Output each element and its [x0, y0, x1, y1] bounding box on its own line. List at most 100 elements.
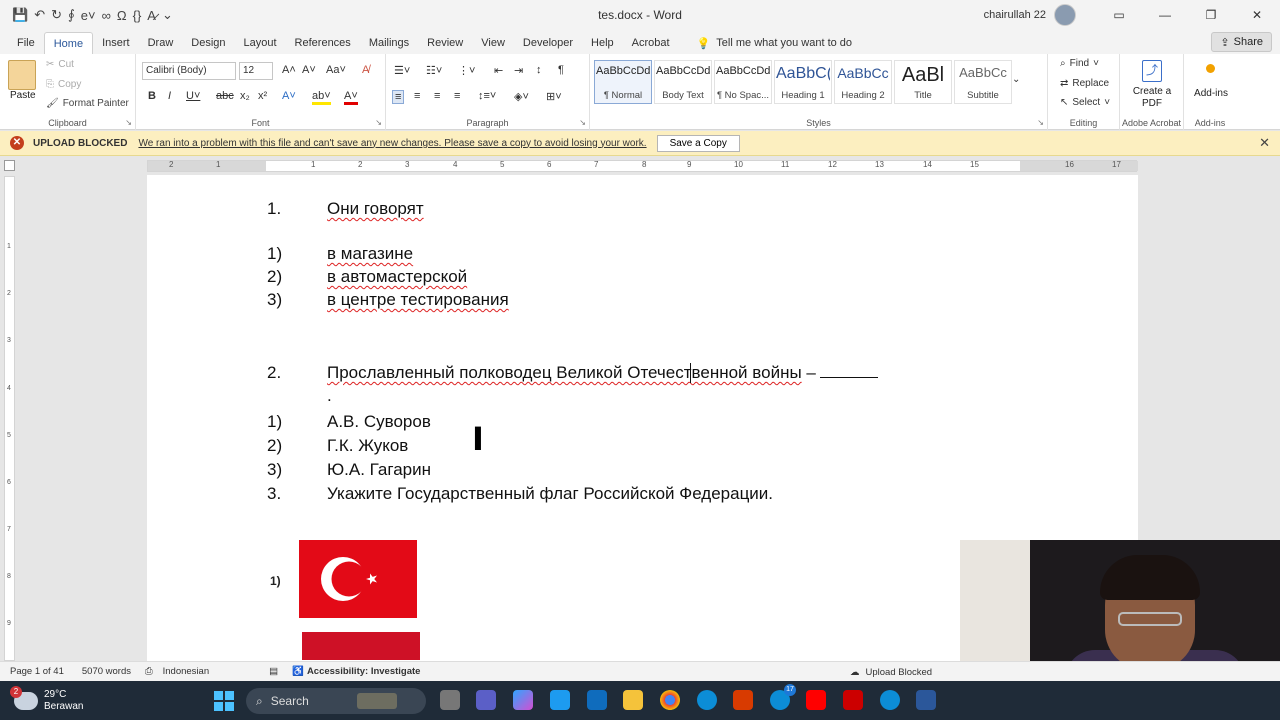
- cut-button[interactable]: ✂ Cut: [46, 59, 74, 70]
- format-painter-button[interactable]: 🖌 Format Painter: [46, 98, 129, 109]
- justify-icon[interactable]: ≡: [454, 90, 460, 102]
- ribbon-display-icon[interactable]: ▭: [1096, 0, 1142, 30]
- tab-view[interactable]: View: [472, 32, 514, 54]
- app-icon[interactable]: [733, 690, 753, 710]
- shrink-font-icon[interactable]: A˅: [302, 64, 316, 76]
- tab-selector-icon[interactable]: [4, 160, 15, 171]
- text-effects-icon[interactable]: A˅: [282, 90, 296, 102]
- accessibility-status[interactable]: Accessibility: Investigate: [307, 666, 421, 677]
- tab-home[interactable]: Home: [43, 32, 94, 54]
- sort-icon[interactable]: ↕: [536, 64, 542, 76]
- upload-status[interactable]: Upload Blocked: [866, 667, 933, 678]
- font-size-combo[interactable]: 12: [239, 62, 273, 80]
- subscript-icon[interactable]: x₂: [240, 90, 250, 102]
- style-body-text[interactable]: AaBbCcDd Body Text: [654, 60, 712, 104]
- avatar[interactable]: [1054, 4, 1076, 26]
- teams-icon[interactable]: [476, 690, 496, 710]
- tell-me-search[interactable]: 💡 Tell me what you want to do: [697, 32, 852, 54]
- copilot-icon[interactable]: [513, 690, 533, 710]
- word-count[interactable]: 5070 words: [82, 666, 131, 677]
- align-left-icon[interactable]: ≡: [392, 90, 405, 104]
- style-normal[interactable]: AaBbCcDd ¶ Normal: [594, 60, 652, 104]
- windows-start-icon[interactable]: [214, 691, 234, 711]
- align-right-icon[interactable]: ≡: [434, 90, 440, 102]
- youtube-icon[interactable]: [806, 690, 826, 710]
- line-spacing-icon[interactable]: ↕≡˅: [478, 90, 496, 102]
- edge-icon[interactable]: [697, 690, 717, 710]
- file-explorer-icon[interactable]: [623, 690, 643, 710]
- italic-icon[interactable]: I: [168, 90, 171, 102]
- format-icon[interactable]: ∮: [68, 7, 75, 23]
- chrome-icon[interactable]: [660, 690, 680, 710]
- grow-font-icon[interactable]: A˄: [282, 64, 296, 76]
- style-subtitle[interactable]: AaBbCc Subtitle: [954, 60, 1012, 104]
- paste-button[interactable]: Paste: [10, 90, 36, 101]
- addins-icon[interactable]: [1206, 64, 1215, 73]
- customize-qat-icon[interactable]: ⌄: [162, 7, 173, 23]
- close-icon[interactable]: ✕: [1259, 135, 1270, 151]
- weather-widget[interactable]: 2 29°C Berawan: [10, 685, 83, 713]
- focus-icon[interactable]: ▤: [269, 666, 278, 677]
- taskbar-search[interactable]: ⌕ Search: [246, 688, 426, 714]
- tab-developer[interactable]: Developer: [514, 32, 582, 54]
- clear-formatting-icon[interactable]: A̸: [362, 64, 369, 76]
- select-button[interactable]: ↖ Select ˅: [1060, 97, 1110, 108]
- multilevel-list-icon[interactable]: ⋮˅: [458, 64, 475, 77]
- page-count[interactable]: Page 1 of 41: [10, 666, 64, 677]
- tab-review[interactable]: Review: [418, 32, 472, 54]
- underline-icon[interactable]: U˅: [186, 90, 200, 102]
- tab-file[interactable]: File: [8, 32, 44, 54]
- paragraph-dialog-launcher-icon[interactable]: ↘: [579, 118, 586, 127]
- draw-icon[interactable]: A̷: [147, 8, 156, 23]
- bold-icon[interactable]: B: [148, 90, 156, 102]
- replace-button[interactable]: ⇄ Replace: [1060, 78, 1109, 89]
- bullets-icon[interactable]: ☰˅: [394, 64, 410, 77]
- message-text-link[interactable]: We ran into a problem with this file and…: [138, 138, 646, 149]
- font-name-combo[interactable]: Calibri (Body): [142, 62, 236, 80]
- task-view-icon[interactable]: [440, 690, 460, 710]
- save-copy-button[interactable]: Save a Copy: [656, 134, 740, 152]
- autosave-icon[interactable]: 💾: [12, 7, 28, 23]
- equation-icon[interactable]: e˅: [81, 8, 96, 23]
- tab-layout[interactable]: Layout: [235, 32, 286, 54]
- undo-icon[interactable]: ↶: [34, 7, 45, 23]
- style-heading-1[interactable]: AaBbC( Heading 1: [774, 60, 832, 104]
- tab-references[interactable]: References: [286, 32, 360, 54]
- close-icon[interactable]: ✕: [1234, 0, 1280, 30]
- turkey-flag-image[interactable]: [299, 540, 417, 618]
- tab-insert[interactable]: Insert: [93, 32, 139, 54]
- copy-button[interactable]: ⎘ Copy: [46, 79, 81, 90]
- create-pdf-button[interactable]: Create a PDF: [1124, 86, 1180, 110]
- font-dialog-launcher-icon[interactable]: ↘: [375, 118, 382, 127]
- style-heading-2[interactable]: AaBbCc Heading 2: [834, 60, 892, 104]
- proofing-icon[interactable]: ⎙: [145, 666, 153, 677]
- link-icon[interactable]: ∞: [102, 8, 111, 23]
- borders-icon[interactable]: ⊞˅: [546, 90, 562, 103]
- outlook-icon[interactable]: [587, 690, 607, 710]
- numbering-icon[interactable]: ☷˅: [426, 64, 442, 77]
- find-button[interactable]: ⌕ Find ˅: [1060, 58, 1099, 69]
- edge-icon[interactable]: [880, 690, 900, 710]
- paste-icon[interactable]: [8, 60, 36, 90]
- restore-icon[interactable]: ❐: [1188, 0, 1234, 30]
- decrease-indent-icon[interactable]: ⇤: [494, 64, 503, 77]
- align-center-icon[interactable]: ≡: [414, 90, 420, 102]
- tab-help[interactable]: Help: [582, 32, 623, 54]
- font-color-icon[interactable]: A˅: [344, 90, 358, 105]
- superscript-icon[interactable]: x²: [258, 90, 267, 102]
- shading-icon[interactable]: ◈˅: [514, 90, 529, 103]
- increase-indent-icon[interactable]: ⇥: [514, 64, 523, 77]
- redo-icon[interactable]: ↻: [51, 7, 62, 23]
- user-name[interactable]: chairullah 22: [984, 9, 1046, 21]
- addins-button[interactable]: Add-ins: [1188, 88, 1234, 99]
- dialog-launcher-icon[interactable]: ↘: [125, 118, 132, 127]
- highlight-icon[interactable]: ab˅: [312, 90, 331, 105]
- change-case-icon[interactable]: Aa˅: [326, 64, 346, 76]
- tab-acrobat[interactable]: Acrobat: [623, 32, 679, 54]
- style-no-spacing[interactable]: AaBbCcDd ¶ No Spac...: [714, 60, 772, 104]
- word-icon[interactable]: [916, 690, 936, 710]
- minimize-icon[interactable]: —: [1142, 0, 1188, 30]
- style-title[interactable]: AaBl Title: [894, 60, 952, 104]
- share-button[interactable]: ⇪ Share: [1211, 32, 1272, 52]
- field-icon[interactable]: {}: [133, 8, 142, 23]
